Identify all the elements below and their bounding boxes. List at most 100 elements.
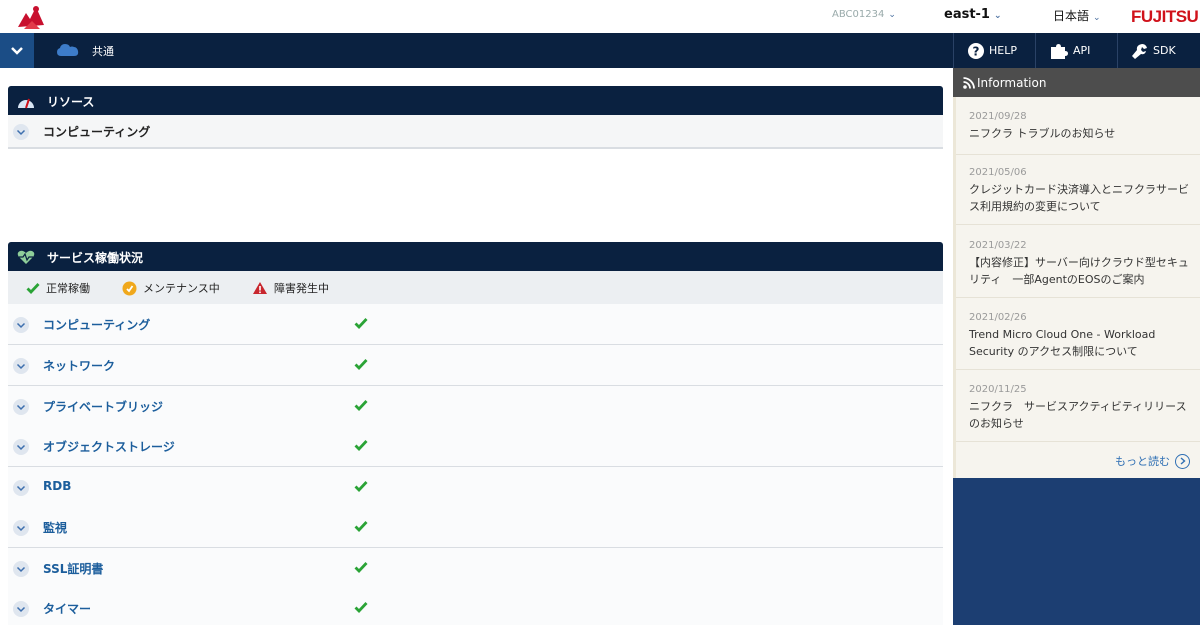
question-circle-icon: ? [968,42,984,59]
legend-normal: 正常稼働 [26,280,90,296]
news-item[interactable]: 2021/05/06 クレジットカード決済導入とニフクラサービス利用規約の変更に… [956,167,1200,225]
menu-toggle-button[interactable] [0,33,34,68]
service-label[interactable]: コンピューティング [43,316,150,333]
puzzle-icon [1051,43,1068,59]
help-button[interactable]: ? HELP [953,33,1035,68]
news-title[interactable]: クレジットカード決済導入とニフクラサービス利用規約の変更について [969,181,1190,215]
chevron-down-icon [11,46,23,55]
check-icon [354,481,368,492]
legend-incident: 障害発生中 [252,280,329,296]
expand-icon[interactable] [13,358,29,374]
service-status-panel-header: サービス稼働状況 [8,242,943,271]
information-sidebar: Information 2021/09/28 ニフクラ トラブルのお知らせ 20… [953,68,1200,625]
expand-icon[interactable] [13,520,29,536]
sdk-label: SDK [1153,44,1176,57]
service-label[interactable]: タイマー [43,600,91,617]
gauge-icon [18,98,34,109]
news-title[interactable]: 【内容修正】サーバー向けクラウド型セキュリティ 一部AgentのEOSのご案内 [969,254,1190,288]
service-label[interactable]: オブジェクトストレージ [43,438,175,455]
check-icon [354,562,368,573]
check-icon [354,400,368,411]
news-title[interactable]: Trend Micro Cloud One - Workload Securit… [969,326,1190,360]
service-label[interactable]: ネットワーク [43,357,115,374]
api-label: API [1073,44,1091,57]
information-title: Information [977,75,1047,90]
brand-logo: FUJITSU [1131,7,1199,26]
service-status-title: サービス稼働状況 [47,251,144,265]
expand-icon[interactable] [13,561,29,577]
read-more-label: もっと読む [1115,455,1170,468]
expand-icon[interactable] [13,480,29,496]
check-icon [354,318,368,329]
resource-row[interactable]: コンピューティング [8,115,943,149]
expand-icon[interactable] [13,124,29,140]
chevron-down-icon: ⌄ [1093,13,1101,23]
service-row[interactable]: タイマー [8,588,943,625]
chevron-right-icon [1175,453,1190,469]
service-label[interactable]: 監視 [43,519,67,536]
check-icon [354,602,368,613]
check-icon [26,283,40,294]
service-row[interactable]: SSL証明書 [8,548,943,589]
warning-icon [253,282,267,294]
nav-bar: 共通 ? HELP API SDK [0,33,1200,68]
wrench-icon [1132,43,1147,59]
chevron-down-icon: ⌄ [888,10,896,20]
legend-incident-label: 障害発生中 [274,282,329,295]
legend-maintenance-label: メンテナンス中 [143,282,220,295]
maintenance-icon [122,281,137,295]
nav-title: 共通 [92,45,114,58]
service-label[interactable]: SSL証明書 [43,560,103,577]
information-header: Information [953,68,1200,97]
region-selector[interactable]: east-1 ⌄ [944,7,1002,22]
service-row[interactable]: コンピューティング [8,304,943,345]
language-selector[interactable]: 日本語 ⌄ [1053,7,1101,24]
news-date: 2021/09/28 [969,111,1027,122]
main-content: リソース コンピューティング サービス稼働状況 正常稼働 メンテナンス中 障害発… [0,68,953,625]
news-list: 2021/09/28 ニフクラ トラブルのお知らせ 2021/05/06 クレジ… [953,97,1200,478]
sdk-button[interactable]: SDK [1117,33,1200,68]
expand-icon[interactable] [13,317,29,333]
cloud-icon [57,44,79,56]
resources-title: リソース [47,95,95,109]
news-date: 2020/11/25 [969,384,1027,395]
service-row[interactable]: ネットワーク [8,345,943,386]
logo-icon[interactable] [14,3,48,31]
news-date: 2021/05/06 [969,167,1027,178]
svg-text:?: ? [973,44,980,58]
expand-icon[interactable] [13,601,29,617]
news-title[interactable]: ニフクラ トラブルのお知らせ [969,125,1190,142]
resources-panel-header: リソース [8,86,943,115]
news-date: 2021/03/22 [969,240,1027,251]
news-item[interactable]: 2021/03/22 【内容修正】サーバー向けクラウド型セキュリティ 一部Age… [956,240,1200,298]
resource-label: コンピューティング [43,125,151,139]
check-icon [354,440,368,451]
heartbeat-icon [17,250,35,264]
top-bar: ABC01234 ⌄ east-1 ⌄ 日本語 ⌄ FUJITSU [0,0,1200,33]
expand-icon[interactable] [13,399,29,415]
service-label[interactable]: プライベートブリッジ [43,398,163,415]
legend-normal-label: 正常稼働 [46,282,90,295]
read-more-link[interactable]: もっと読む [1115,453,1190,469]
news-item[interactable]: 2021/02/26 Trend Micro Cloud One - Workl… [956,312,1200,370]
news-title[interactable]: ニフクラ サービスアクティビティリリースのお知らせ [969,398,1190,432]
legend-maintenance: メンテナンス中 [122,280,220,296]
news-item[interactable]: 2021/09/28 ニフクラ トラブルのお知らせ [956,111,1200,155]
language-label: 日本語 [1053,9,1090,23]
api-button[interactable]: API [1035,33,1117,68]
service-row[interactable]: RDB [8,467,943,508]
service-row[interactable]: プライベートブリッジ [8,386,943,427]
help-label: HELP [989,44,1017,57]
service-row[interactable]: 監視 [8,507,943,548]
region-label: east-1 [944,7,990,22]
service-row[interactable]: オブジェクトストレージ [8,426,943,467]
account-id: ABC01234 [832,9,885,20]
news-item[interactable]: 2020/11/25 ニフクラ サービスアクティビティリリースのお知らせ [956,384,1200,442]
account-selector[interactable]: ABC01234 ⌄ [832,9,896,20]
status-legend: 正常稼働 メンテナンス中 障害発生中 [8,271,943,304]
expand-icon[interactable] [13,439,29,455]
check-icon [354,521,368,532]
rss-icon [963,76,975,89]
service-label[interactable]: RDB [43,479,71,493]
check-icon [354,359,368,370]
